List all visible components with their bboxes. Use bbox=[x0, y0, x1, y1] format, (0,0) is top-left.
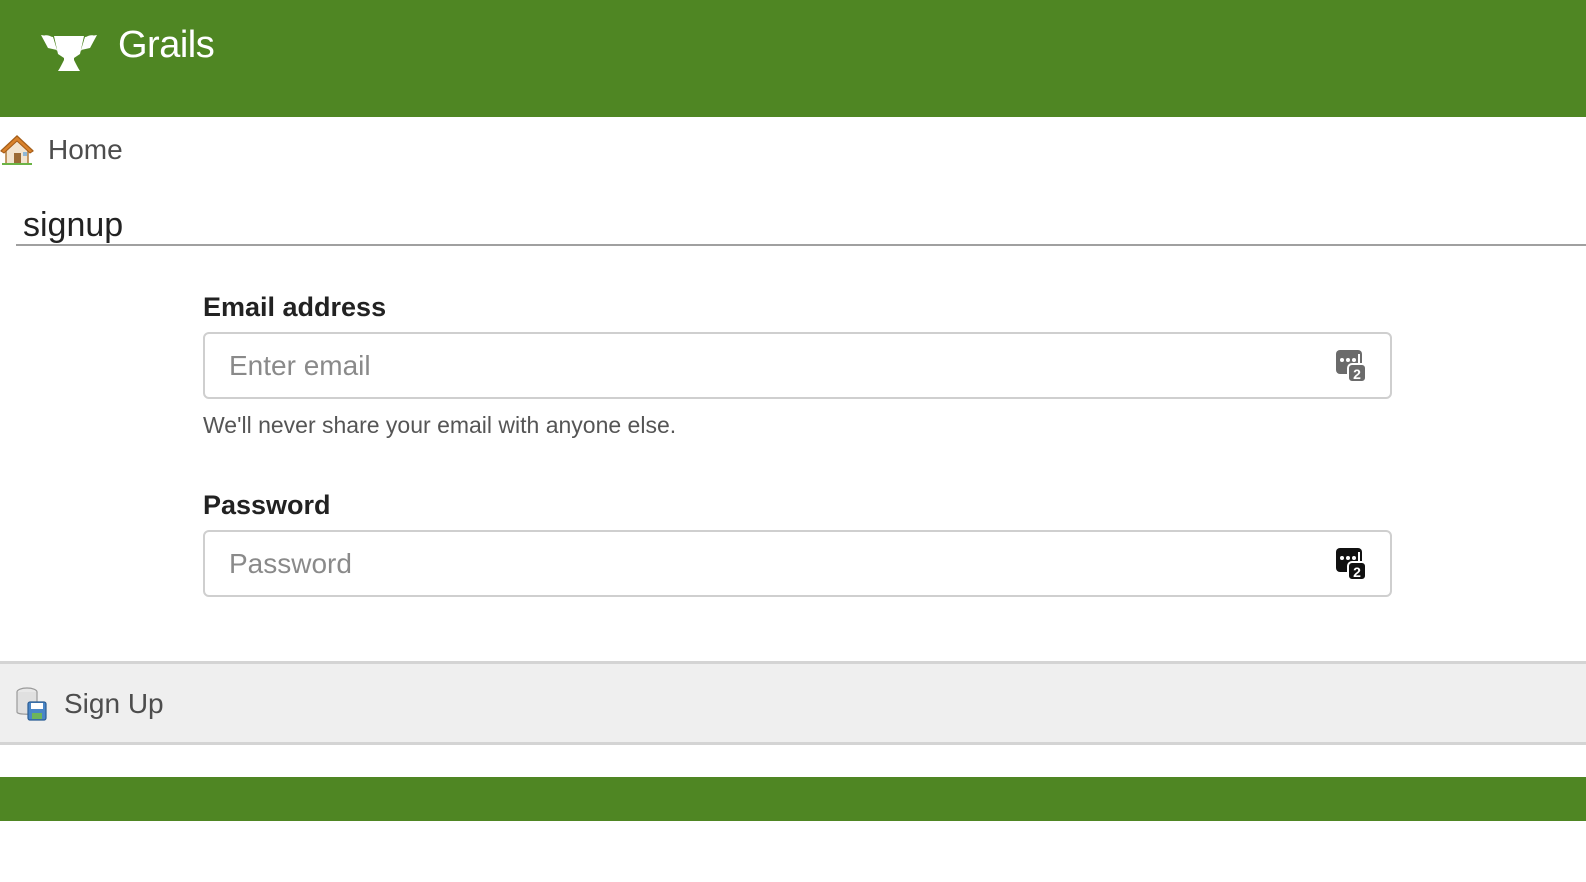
password-field-container: 2 bbox=[203, 530, 1392, 597]
app-brand[interactable]: Grails bbox=[118, 24, 215, 67]
title-divider bbox=[16, 244, 1586, 246]
email-field[interactable] bbox=[205, 334, 1329, 397]
password-manager-icon[interactable]: 2 bbox=[1334, 546, 1368, 582]
email-field-container: 2 bbox=[203, 332, 1392, 399]
save-database-icon bbox=[16, 687, 47, 721]
house-icon bbox=[0, 134, 34, 165]
home-link-label: Home bbox=[48, 134, 123, 165]
email-label: Email address bbox=[203, 292, 387, 322]
signup-button[interactable]: Sign Up bbox=[14, 684, 164, 724]
password-field[interactable] bbox=[205, 532, 1329, 595]
grails-cup-icon[interactable] bbox=[40, 30, 98, 72]
email-help-text: We'll never share your email with anyone… bbox=[203, 412, 677, 438]
password-manager-icon[interactable]: 2 bbox=[1334, 348, 1368, 384]
svg-text:2: 2 bbox=[1353, 564, 1361, 580]
nav-bar: Home bbox=[0, 117, 1586, 183]
svg-text:2: 2 bbox=[1353, 366, 1361, 382]
header-bar: Grails bbox=[0, 0, 1586, 117]
form-button-bar: Sign Up bbox=[0, 661, 1586, 745]
page-title: signup bbox=[23, 206, 124, 244]
footer-bar bbox=[0, 777, 1586, 821]
signup-button-label: Sign Up bbox=[64, 688, 164, 719]
home-link[interactable]: Home bbox=[0, 133, 123, 167]
password-label: Password bbox=[203, 490, 331, 520]
